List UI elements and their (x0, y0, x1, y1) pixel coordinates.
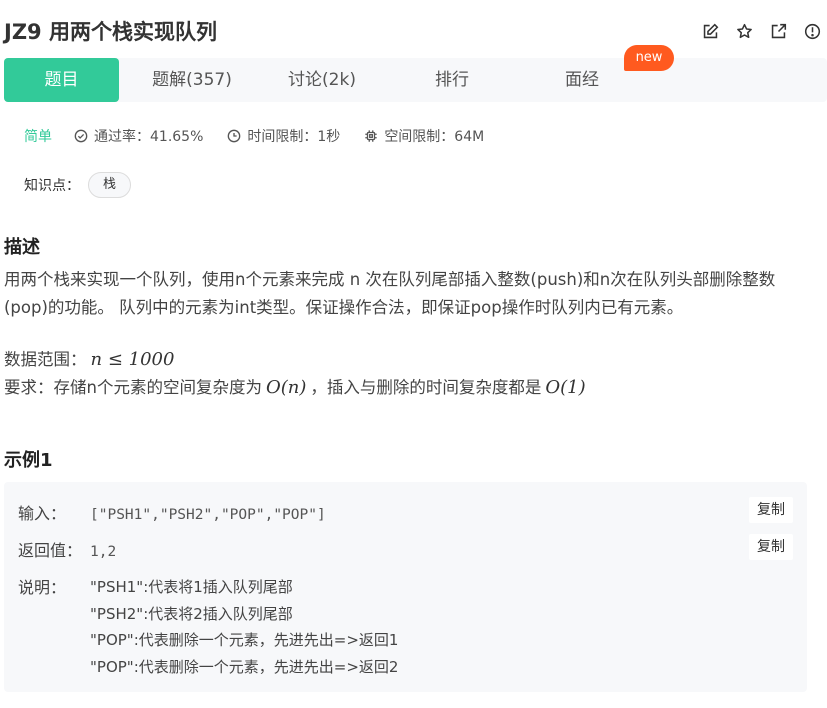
external-link-icon[interactable] (767, 20, 789, 42)
example-box: 输入： ["PSH1","PSH2","POP","POP"] 复制 返回值： 1,… (4, 482, 807, 692)
space-complexity-math: O(n) (265, 377, 307, 398)
space-limit: 空间限制：64M (364, 126, 484, 146)
copy-output-button[interactable]: 复制 (749, 534, 793, 560)
star-icon[interactable] (733, 20, 755, 42)
explain-line: "PSH2":代表将2插入队列尾部 (90, 604, 293, 623)
page-title: JZ9 用两个栈实现队列 (4, 20, 217, 44)
pass-rate-text: 通过率：41.65% (94, 129, 204, 145)
description-title: 描述 (4, 237, 40, 258)
new-badge: new (624, 45, 674, 71)
tab-solutions[interactable]: 题解(357) (132, 58, 252, 102)
explain-label: 说明： (18, 578, 67, 597)
problem-meta: 简单 通过率：41.65% 时间限制：1秒 空间限制：64M (24, 126, 508, 146)
explain-line: "PSH1":代表将1插入队列尾部 (90, 578, 293, 596)
example-output-row: 返回值： 1,2 (18, 537, 116, 561)
difficulty-label: 简单 (24, 129, 52, 145)
input-value: ["PSH1","PSH2","POP","POP"] (90, 507, 326, 523)
explain-line: "POP":代表删除一个元素，先进先出=>返回2 (90, 657, 399, 676)
check-circle-icon (74, 129, 88, 143)
time-limit-text: 时间限制：1秒 (247, 129, 341, 145)
data-range-math: n ≤ 1000 (90, 349, 175, 370)
data-range-label: 数据范围： (4, 350, 87, 369)
pass-rate: 通过率：41.65% (74, 126, 203, 146)
knowledge-points: 知识点： 栈 (24, 172, 132, 198)
edit-icon[interactable] (699, 20, 721, 42)
example-title: 示例1 (4, 450, 53, 471)
constraints: 数据范围： n ≤ 1000 要求：存储n个元素的空间复杂度为 O(n) ，插入与删除… (4, 346, 804, 402)
requirement-mid: ，插入与删除的时间复杂度都是 (310, 378, 542, 397)
input-label: 输入： (18, 504, 67, 523)
clock-icon (228, 129, 241, 143)
tab-ranking[interactable]: 排行 (392, 58, 512, 102)
requirement-label: 要求：存储n个元素的空间复杂度为 (4, 378, 262, 397)
time-complexity-math: O(1) (545, 377, 586, 398)
explain-line: "POP":代表删除一个元素，先进先出=>返回1 (90, 631, 399, 649)
description-text: 用两个栈来实现一个队列，使用n个元素来完成 n 次在队列尾部插入整数(push)… (4, 270, 776, 317)
example-input-row: 输入： ["PSH1","PSH2","POP","POP"] (18, 500, 326, 524)
copy-input-button[interactable]: 复制 (749, 497, 793, 523)
chip-icon (365, 130, 377, 142)
space-limit-text: 空间限制：64M (384, 129, 485, 145)
time-limit: 时间限制：1秒 (227, 126, 340, 146)
knowledge-label: 知识点： (24, 178, 80, 194)
info-icon[interactable] (801, 20, 823, 42)
explain-lines: "PSH1":代表将1插入队列尾部 "PSH2":代表将2插入队列尾部 "POP… (90, 574, 398, 680)
tab-discussion[interactable]: 讨论(2k) (262, 58, 382, 102)
header-actions (699, 20, 823, 42)
complexity-requirement: 要求：存储n个元素的空间复杂度为 O(n) ，插入与删除的时间复杂度都是 O(1) (4, 374, 804, 402)
output-value: 1,2 (90, 544, 117, 560)
output-label: 返回值： (18, 541, 83, 560)
data-range: 数据范围： n ≤ 1000 (4, 346, 804, 374)
problem-tabs: 题目 题解(357) 讨论(2k) 排行 面经 new (4, 45, 827, 102)
knowledge-tag[interactable]: 栈 (88, 172, 132, 198)
example-explain-row: 说明： (18, 574, 90, 598)
problem-header: JZ9 用两个栈实现队列 (4, 14, 827, 48)
tab-problem[interactable]: 题目 (4, 58, 119, 102)
